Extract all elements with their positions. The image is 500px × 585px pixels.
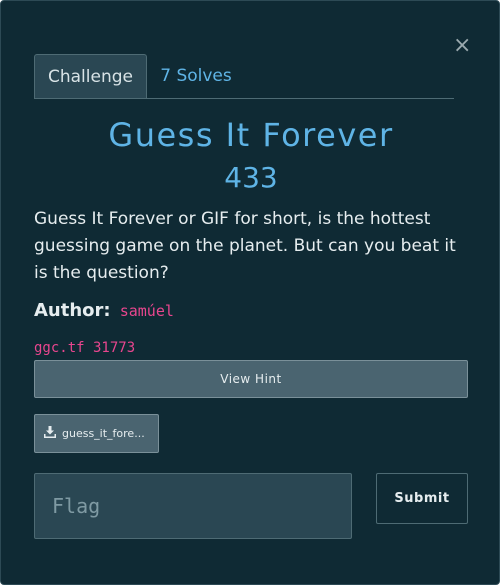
file-name-label: guess_it_fore... xyxy=(62,427,145,440)
flag-input[interactable] xyxy=(34,473,352,539)
file-download-button[interactable]: guess_it_fore... xyxy=(34,414,159,453)
tab-bar: Challenge 7 Solves xyxy=(34,54,454,99)
close-icon[interactable]: × xyxy=(453,35,471,57)
challenge-modal: × Challenge 7 Solves Guess It Forever 43… xyxy=(0,0,500,585)
download-icon xyxy=(44,426,56,438)
connection-info: ggc.tf 31773 xyxy=(34,340,136,356)
challenge-description: Guess It Forever or GIF for short, is th… xyxy=(34,209,456,283)
challenge-points: 433 xyxy=(224,161,278,194)
author-name: samúel xyxy=(119,302,174,320)
challenge-title: Guess It Forever xyxy=(108,116,394,154)
tab-solves[interactable]: 7 Solves xyxy=(147,54,245,98)
author-row: Author: samúel xyxy=(34,297,174,325)
tab-challenge[interactable]: Challenge xyxy=(34,54,147,98)
view-hint-button[interactable]: View Hint xyxy=(34,360,468,398)
submit-button[interactable]: Submit xyxy=(376,473,468,524)
author-label: Author: xyxy=(34,300,111,321)
